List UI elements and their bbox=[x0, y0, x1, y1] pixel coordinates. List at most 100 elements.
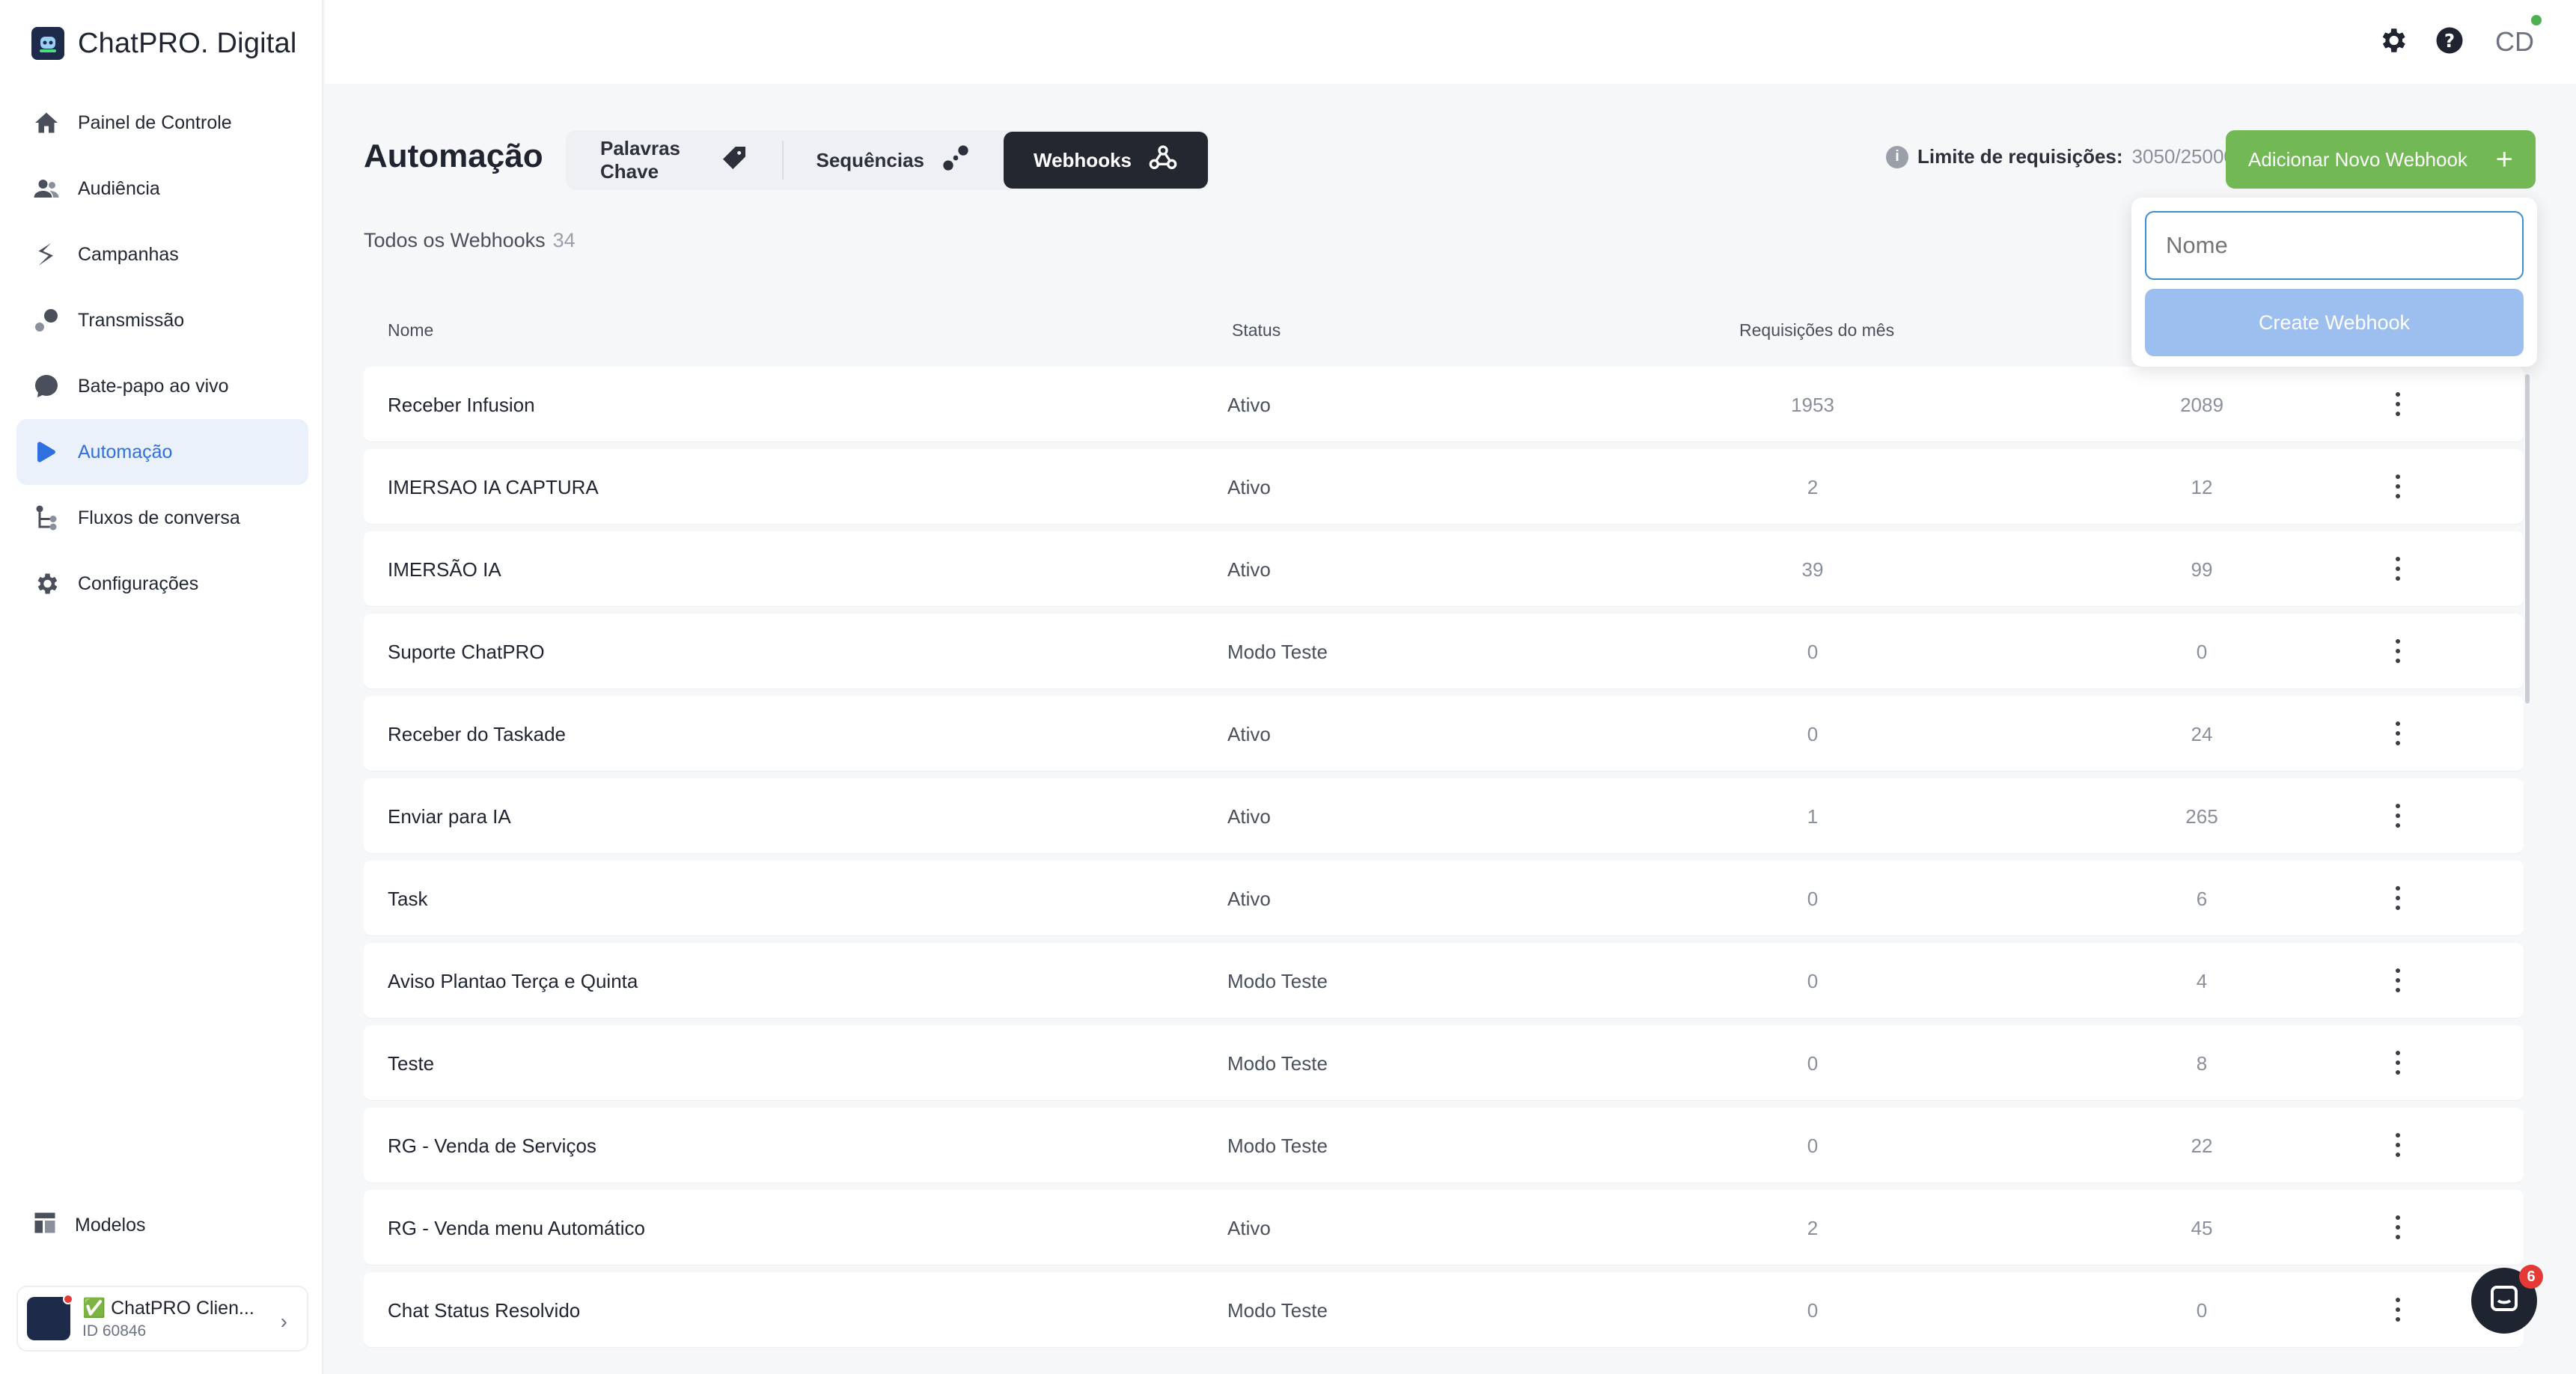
more-options-icon[interactable] bbox=[2390, 470, 2405, 498]
table-row[interactable]: Receber Infusion Ativo 1953 2089 bbox=[364, 367, 2524, 442]
webhook-total-requests: 12 bbox=[2191, 476, 2213, 498]
webhook-name-input[interactable] bbox=[2145, 211, 2524, 280]
webhook-status: Ativo bbox=[1227, 805, 1271, 828]
sidebar-item-audiencia[interactable]: Audiência bbox=[16, 156, 308, 222]
sidebar-nav: Painel de Controle Audiência Campanhas T… bbox=[16, 90, 308, 617]
sidebar-item-bate-papo[interactable]: Bate-papo ao vivo bbox=[16, 353, 308, 419]
tab-webhooks[interactable]: Webhooks bbox=[1004, 132, 1208, 189]
tab-label: Webhooks bbox=[1034, 148, 1132, 171]
more-options-icon[interactable] bbox=[2390, 635, 2405, 663]
webhook-month-requests: 2 bbox=[1807, 476, 1819, 498]
table-row[interactable]: Receber do Taskade Ativo 0 24 bbox=[364, 696, 2524, 771]
support-chat-button[interactable]: 6 bbox=[2471, 1265, 2543, 1334]
sidebar-item-automacao[interactable]: Automação bbox=[16, 419, 308, 485]
sidebar-item-label: Automação bbox=[78, 441, 173, 462]
brand[interactable]: ChatPRO. Digital bbox=[31, 27, 297, 60]
account-switcher[interactable]: ✅ ChatPRO Clien... ID 60846 › bbox=[16, 1286, 308, 1352]
webhook-name: Receber Infusion bbox=[388, 394, 535, 416]
column-header-month-requests[interactable]: Requisições do mês bbox=[1739, 320, 1894, 341]
more-options-icon[interactable] bbox=[2390, 1293, 2405, 1322]
sidebar-item-transmissao[interactable]: Transmissão bbox=[16, 287, 308, 353]
help-icon[interactable]: ? bbox=[2434, 25, 2465, 60]
sidebar-item-label: Configurações bbox=[78, 572, 199, 594]
tab-palavras-chave[interactable]: Palavras Chave bbox=[567, 132, 782, 189]
webhook-month-requests: 0 bbox=[1807, 1135, 1819, 1157]
tab-label: Palavras Chave bbox=[600, 137, 680, 183]
user-avatar[interactable]: CD bbox=[2491, 15, 2542, 63]
automation-tabs: Palavras Chave Sequências Webhooks bbox=[566, 130, 1209, 190]
table-row[interactable]: Enviar para IA Ativo 1 265 bbox=[364, 778, 2524, 853]
add-webhook-button[interactable]: Adicionar Novo Webhook + bbox=[2226, 130, 2536, 189]
more-options-icon[interactable] bbox=[2390, 1129, 2405, 1157]
webhook-month-requests: 1953 bbox=[1791, 394, 1834, 416]
webhook-total-requests: 45 bbox=[2191, 1217, 2213, 1239]
webhook-name: Aviso Plantao Terça e Quinta bbox=[388, 970, 638, 992]
webhook-total-requests: 99 bbox=[2191, 558, 2213, 581]
more-options-icon[interactable] bbox=[2390, 799, 2405, 828]
tab-label: Sequências bbox=[816, 148, 925, 171]
sidebar-item-configuracoes[interactable]: Configurações bbox=[16, 551, 308, 617]
brand-logo-icon bbox=[31, 27, 64, 60]
more-options-icon[interactable] bbox=[2390, 1046, 2405, 1075]
more-options-icon[interactable] bbox=[2390, 717, 2405, 745]
webhook-month-requests: 1 bbox=[1807, 805, 1819, 828]
webhook-name: IMERSAO IA CAPTURA bbox=[388, 476, 599, 498]
webhooks-table: Receber Infusion Ativo 1953 2089 IMERSAO… bbox=[364, 367, 2524, 1355]
sidebar-item-label: Bate-papo ao vivo bbox=[78, 375, 229, 397]
info-icon[interactable]: i bbox=[1886, 145, 1908, 168]
column-header-name[interactable]: Nome bbox=[388, 320, 433, 341]
webhooks-count: 34 bbox=[552, 229, 576, 251]
webhook-month-requests: 0 bbox=[1807, 723, 1819, 745]
play-icon bbox=[31, 437, 61, 467]
templates-icon bbox=[31, 1209, 58, 1242]
broadcast-icon bbox=[31, 305, 61, 335]
table-row[interactable]: IMERSÃO IA Ativo 39 99 bbox=[364, 531, 2524, 606]
sidebar-item-campanhas[interactable]: Campanhas bbox=[16, 222, 308, 287]
table-row[interactable]: RG - Venda menu Automático Ativo 2 45 bbox=[364, 1190, 2524, 1265]
table-row[interactable]: Aviso Plantao Terça e Quinta Modo Teste … bbox=[364, 943, 2524, 1018]
webhook-icon bbox=[1148, 143, 1178, 178]
new-webhook-popover: Create Webhook bbox=[2131, 198, 2537, 367]
more-options-icon[interactable] bbox=[2390, 882, 2405, 910]
webhook-month-requests: 0 bbox=[1807, 1052, 1819, 1075]
online-status-dot bbox=[2531, 15, 2542, 25]
campaign-icon bbox=[31, 239, 61, 269]
webhook-name: Suporte ChatPRO bbox=[388, 641, 545, 663]
table-row[interactable]: Suporte ChatPRO Modo Teste 0 0 bbox=[364, 614, 2524, 688]
webhook-status: Modo Teste bbox=[1227, 641, 1328, 663]
sidebar-item-painel[interactable]: Painel de Controle bbox=[16, 90, 308, 156]
sidebar-item-label: Modelos bbox=[75, 1215, 146, 1236]
sidebar-item-label: Transmissão bbox=[78, 309, 185, 331]
webhook-name: Task bbox=[388, 888, 428, 910]
create-webhook-button[interactable]: Create Webhook bbox=[2145, 289, 2524, 356]
sidebar: ChatPRO. Digital Painel de Controle Audi… bbox=[0, 0, 323, 1374]
users-icon bbox=[31, 174, 61, 204]
table-row[interactable]: RG - Venda de Serviços Modo Teste 0 22 bbox=[364, 1108, 2524, 1182]
webhook-month-requests: 0 bbox=[1807, 970, 1819, 992]
webhook-month-requests: 0 bbox=[1807, 888, 1819, 910]
chat-bubble-icon bbox=[31, 371, 61, 401]
more-options-icon[interactable] bbox=[2390, 1211, 2405, 1239]
more-options-icon[interactable] bbox=[2390, 388, 2405, 416]
sidebar-item-label: Audiência bbox=[78, 177, 160, 199]
table-row[interactable]: Task Ativo 0 6 bbox=[364, 861, 2524, 935]
sidebar-item-modelos[interactable]: Modelos bbox=[31, 1209, 146, 1242]
table-scrollbar[interactable] bbox=[2525, 374, 2530, 703]
tab-sequencias[interactable]: Sequências bbox=[784, 132, 1004, 189]
more-options-icon[interactable] bbox=[2390, 552, 2405, 581]
sequence-icon bbox=[941, 143, 971, 178]
webhook-name: Chat Status Resolvido bbox=[388, 1299, 581, 1322]
table-row[interactable]: Chat Status Resolvido Modo Teste 0 0 bbox=[364, 1272, 2524, 1347]
sidebar-item-fluxos[interactable]: Fluxos de conversa bbox=[16, 485, 308, 551]
settings-gear-icon[interactable] bbox=[2377, 25, 2408, 60]
webhook-status: Modo Teste bbox=[1227, 1052, 1328, 1075]
table-row[interactable]: Teste Modo Teste 0 8 bbox=[364, 1025, 2524, 1100]
column-header-status[interactable]: Status bbox=[1232, 320, 1281, 341]
webhook-name: RG - Venda menu Automático bbox=[388, 1217, 645, 1239]
chevron-right-icon: › bbox=[280, 1310, 287, 1333]
table-row[interactable]: IMERSAO IA CAPTURA Ativo 2 12 bbox=[364, 449, 2524, 524]
webhook-total-requests: 2089 bbox=[2180, 394, 2224, 416]
subtitle-label: Todos os Webhooks bbox=[364, 229, 546, 251]
more-options-icon[interactable] bbox=[2390, 964, 2405, 992]
webhook-month-requests: 0 bbox=[1807, 641, 1819, 663]
